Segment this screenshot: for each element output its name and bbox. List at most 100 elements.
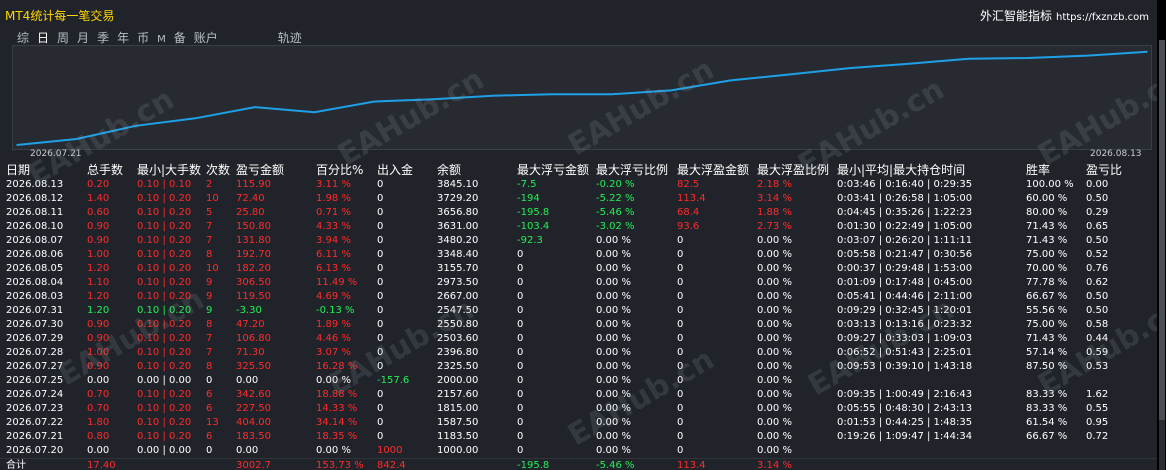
cell-pct: 14.33 %: [316, 403, 358, 414]
cell-fppct: 0.00 %: [757, 305, 792, 316]
equity-point: [610, 93, 613, 96]
cell-win: 66.67 %: [1026, 291, 1068, 302]
cell-ratio: 0.58: [1086, 319, 1109, 330]
table-row[interactable]: 2026.08.06 1.00 0.10 | 0.20 8 192.70 6.11 % 0 3…: [0, 248, 1157, 262]
table-row[interactable]: 2026.08.05 1.20 0.10 | 0.20 10 182.20 6.13 % 0…: [0, 262, 1157, 276]
column-header[interactable]: 余额: [437, 163, 461, 178]
app-title: MT4统计每一笔交易: [5, 9, 115, 23]
tab-5[interactable]: 年: [117, 31, 129, 45]
cell-win: 87.50 %: [1026, 361, 1068, 372]
brand-block[interactable]: 外汇智能指标 https://fxznzb.com: [980, 7, 1149, 24]
cell-lots: 0.00: [87, 445, 110, 456]
cell-win: 75.00 %: [1026, 249, 1068, 260]
cell-ratio: 0.50: [1086, 193, 1109, 204]
column-header[interactable]: 最大浮亏比例: [596, 163, 668, 178]
cell-count: 10: [206, 193, 219, 204]
vertical-scrollbar[interactable]: [1159, 40, 1165, 470]
column-header[interactable]: 最大浮亏金额: [517, 163, 589, 178]
tab-1[interactable]: 日: [37, 31, 49, 45]
cell-hold: 0:04:45 | 0:35:26 | 1:22:23: [837, 207, 973, 218]
total-pct: 153.73 %: [316, 460, 364, 470]
table-row[interactable]: 2026.07.22 1.80 0.10 | 0.20 13 404.00 34.14 %…: [0, 416, 1157, 430]
cell-fppct: 0.00 %: [757, 333, 792, 344]
table-row[interactable]: 2026.07.31 1.20 0.10 | 0.20 9 -3.30 -0.13 % 0 2…: [0, 304, 1157, 318]
table-row[interactable]: 2026.08.13 0.20 0.10 | 0.10 2 115.90 3.11 % 0 3…: [0, 178, 1157, 192]
cell-pl: -3.30: [236, 305, 262, 316]
table-row[interactable]: 2026.08.03 1.20 0.10 | 0.20 9 119.50 4.69 % 0 2…: [0, 290, 1157, 304]
tab-2[interactable]: 周: [57, 31, 69, 45]
cell-date: 2026.07.29: [6, 333, 64, 344]
table-row[interactable]: 2026.07.21 0.80 0.10 | 0.20 6 183.50 18.35 % 0…: [0, 430, 1157, 444]
cell-fp: 0: [677, 375, 684, 386]
total-row: 合计 17.40 3002.7 153.73 % 842.4 -195.8 -5.46 % 1…: [0, 458, 1157, 470]
cell-flpct: 0.00 %: [596, 417, 631, 428]
equity-chart-svg: [16, 50, 1148, 146]
cell-fppct: 0.00 %: [757, 417, 792, 428]
column-header[interactable]: 出入金: [377, 163, 413, 178]
cell-date: 2026.07.20: [6, 445, 64, 456]
cell-range: 0.10 | 0.20: [137, 403, 192, 414]
cell-range: 0.10 | 0.20: [137, 389, 192, 400]
cell-bal: 2667.00: [437, 291, 479, 302]
table-row[interactable]: 2026.08.07 0.90 0.10 | 0.20 7 131.80 3.94 % 0 3…: [0, 234, 1157, 248]
cell-fp: 0: [677, 361, 684, 372]
cell-count: 7: [206, 333, 213, 344]
brand-url[interactable]: https://fxznzb.com: [1056, 12, 1149, 23]
table-row[interactable]: 2026.07.25 0.00 0.00 | 0.00 0 0.00 0.00 % -157…: [0, 374, 1157, 388]
tab-7[interactable]: M: [157, 34, 166, 45]
table-row[interactable]: 2026.07.24 0.70 0.10 | 0.20 6 342.60 18.88 % 0…: [0, 388, 1157, 402]
cell-fl: 0: [517, 263, 524, 274]
tab-3[interactable]: 月: [77, 31, 89, 45]
tab-4[interactable]: 季: [97, 31, 109, 45]
cell-ratio: 0.72: [1086, 431, 1109, 442]
cell-count: 0: [206, 375, 213, 386]
column-header[interactable]: 日期: [6, 163, 30, 178]
equity-point: [670, 89, 673, 92]
cell-lots: 0.90: [87, 235, 110, 246]
cell-hold: 0:05:58 | 0:21:47 | 0:30:56: [837, 249, 973, 260]
table-row[interactable]: 2026.08.10 0.90 0.10 | 0.20 7 150.80 4.33 % 0 3…: [0, 220, 1157, 234]
cell-flpct: 0.00 %: [596, 263, 631, 274]
tab-track[interactable]: 轨迹: [278, 31, 302, 45]
column-header[interactable]: 最大浮盈比例: [757, 163, 829, 178]
cell-lots: 1.40: [87, 193, 110, 204]
tab-8[interactable]: 备: [174, 31, 186, 45]
table-row[interactable]: 2026.07.27 0.90 0.10 | 0.20 8 325.50 16.28 % 0…: [0, 360, 1157, 374]
cell-pl: 119.50: [236, 291, 271, 302]
cell-io: 0: [377, 193, 384, 204]
cell-bal: 2396.80: [437, 347, 479, 358]
table-row[interactable]: 2026.08.11 0.60 0.10 | 0.20 5 25.80 0.71 % 0 36…: [0, 206, 1157, 220]
tab-0[interactable]: 综: [17, 31, 29, 45]
table-row[interactable]: 2026.07.23 0.70 0.10 | 0.20 6 227.50 14.33 % 0…: [0, 402, 1157, 416]
column-header[interactable]: 胜率: [1026, 163, 1050, 178]
cell-count: 13: [206, 417, 219, 428]
column-header[interactable]: 最大浮盈金额: [677, 163, 749, 178]
table-row[interactable]: 2026.07.29 0.90 0.10 | 0.20 7 106.80 4.46 % 0 2…: [0, 332, 1157, 346]
scrollbar-thumb[interactable]: [1159, 40, 1165, 420]
cell-count: 9: [206, 305, 213, 316]
cell-io: 0: [377, 179, 384, 190]
cell-pl: 192.70: [236, 249, 271, 260]
table-row[interactable]: 2026.07.28 1.00 0.10 | 0.20 7 71.30 3.07 % 0 23…: [0, 346, 1157, 360]
column-header[interactable]: 最小|平均|最大持仓时间: [837, 163, 965, 178]
table-row[interactable]: 2026.07.20 0.00 0.00 | 0.00 0 0.00 0.00 % 1000…: [0, 444, 1157, 458]
cell-fp: 0: [677, 333, 684, 344]
column-header[interactable]: 盈亏比: [1086, 163, 1122, 178]
column-header[interactable]: 总手数: [87, 163, 123, 178]
tab-6[interactable]: 币: [137, 31, 149, 45]
equity-point: [194, 117, 197, 120]
column-header[interactable]: 次数: [206, 163, 230, 178]
equity-point: [908, 62, 910, 65]
table-row[interactable]: 2026.08.12 1.40 0.10 | 0.20 10 72.40 1.98 % 0 3…: [0, 192, 1157, 206]
cell-fl: 0: [517, 403, 524, 414]
column-header[interactable]: 最小|大手数: [137, 163, 201, 178]
column-header[interactable]: 百分比%: [316, 163, 363, 178]
cell-hold: 0:09:29 | 0:32:45 | 1:20:01: [837, 305, 973, 316]
cell-fl: 0: [517, 375, 524, 386]
table-row[interactable]: 2026.07.30 0.90 0.10 | 0.20 8 47.20 1.89 % 0 25…: [0, 318, 1157, 332]
column-header[interactable]: 盈亏金额: [236, 163, 284, 178]
tab-9[interactable]: 账户: [194, 31, 218, 45]
table-row[interactable]: 2026.08.04 1.10 0.10 | 0.20 9 306.50 11.49 % 0…: [0, 276, 1157, 290]
cell-count: 7: [206, 221, 213, 232]
cell-pct: 6.13 %: [316, 263, 351, 274]
